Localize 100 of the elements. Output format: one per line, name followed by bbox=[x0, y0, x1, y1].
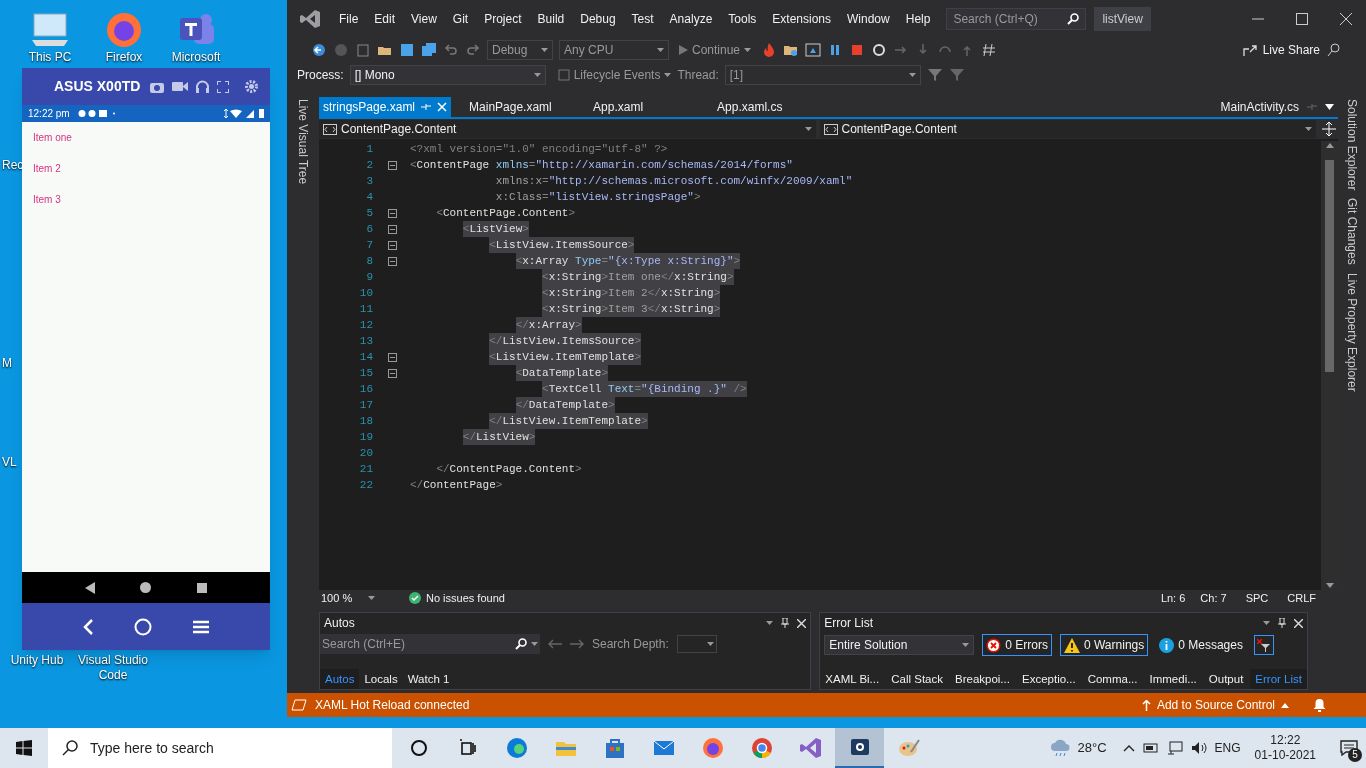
taskbar-search-field[interactable]: Type here to search bbox=[48, 728, 392, 768]
filter-icon[interactable] bbox=[926, 66, 943, 83]
back-chevron-icon[interactable] bbox=[82, 618, 93, 635]
home-icon[interactable] bbox=[134, 617, 152, 636]
menu-item[interactable]: View bbox=[403, 9, 445, 28]
tool-window-tab[interactable]: Solution Explorer bbox=[1337, 99, 1366, 191]
list-item[interactable]: Item 2 bbox=[22, 153, 270, 184]
panel-tab[interactable]: Locals bbox=[359, 669, 403, 689]
search-field[interactable]: Search (Ctrl+E) bbox=[320, 634, 540, 654]
issues-status[interactable]: No issues found bbox=[426, 589, 505, 607]
menu-item[interactable]: Build bbox=[529, 9, 573, 28]
back-icon[interactable] bbox=[311, 41, 327, 58]
clock-date[interactable]: 01-10-2021 bbox=[1254, 748, 1316, 763]
panel-tab[interactable]: Breakpoi... bbox=[950, 669, 1015, 689]
square-icon[interactable] bbox=[197, 582, 208, 593]
menu-item[interactable]: Test bbox=[623, 9, 662, 28]
panel-tab[interactable]: Immedi... bbox=[1144, 669, 1202, 689]
list-item[interactable]: Item 3 bbox=[22, 184, 270, 215]
scope-dropdown[interactable]: Entire Solution bbox=[824, 635, 975, 655]
live-share-button[interactable]: Live Share bbox=[1242, 40, 1320, 59]
menu-item[interactable]: Git bbox=[444, 9, 477, 28]
camera-icon[interactable] bbox=[150, 80, 164, 93]
lifecycle-events-button[interactable]: Lifecycle Events bbox=[557, 65, 672, 84]
menu-item[interactable]: Help bbox=[897, 9, 939, 28]
settings-icon[interactable] bbox=[245, 80, 258, 93]
chevron-up-icon[interactable] bbox=[1122, 744, 1135, 752]
filter-icon[interactable] bbox=[948, 66, 965, 83]
menu-item[interactable]: Edit bbox=[366, 9, 404, 28]
tool-window-tab[interactable]: Live Visual Tree bbox=[292, 99, 314, 185]
collapse-icon[interactable] bbox=[388, 240, 397, 250]
menu-item[interactable]: Debug bbox=[572, 9, 624, 28]
restart-icon[interactable] bbox=[871, 41, 888, 58]
menu-item[interactable]: Analyze bbox=[661, 9, 721, 28]
panel-tab[interactable]: Output bbox=[1203, 669, 1249, 689]
search-depth-dropdown[interactable] bbox=[676, 635, 717, 653]
process-dropdown[interactable]: [] Mono bbox=[349, 64, 546, 85]
document-tab[interactable]: MainActivity.cs bbox=[1216, 97, 1303, 117]
menu-item[interactable]: Tools bbox=[720, 9, 765, 28]
collapse-icon[interactable] bbox=[388, 160, 397, 170]
menu-item[interactable]: File bbox=[331, 9, 367, 28]
panel-tab[interactable]: Error List bbox=[1250, 669, 1307, 689]
menu-item[interactable]: Extensions bbox=[764, 9, 840, 28]
panel-tab[interactable]: Autos bbox=[320, 669, 360, 689]
notification-button[interactable]: 5 bbox=[1332, 728, 1366, 768]
errors-filter-button[interactable]: 0 Errors bbox=[982, 634, 1052, 656]
zoom-dropdown[interactable]: 100 % bbox=[321, 589, 379, 607]
feedback-icon[interactable] bbox=[1326, 41, 1342, 58]
platform-dropdown[interactable]: Any CPU bbox=[559, 39, 669, 60]
battery-icon[interactable] bbox=[1142, 743, 1159, 753]
clock-time[interactable]: 12:22 bbox=[1270, 733, 1301, 748]
window-icon[interactable] bbox=[805, 41, 822, 58]
document-tab[interactable]: App.xaml.cs bbox=[713, 97, 824, 117]
panel-tab[interactable]: Comma... bbox=[1082, 669, 1143, 689]
panel-tab[interactable]: Call Stack bbox=[886, 669, 948, 689]
collapse-icon[interactable] bbox=[388, 224, 397, 234]
redo-icon[interactable] bbox=[465, 41, 481, 58]
close-icon[interactable] bbox=[797, 618, 807, 628]
close-icon[interactable] bbox=[1340, 12, 1352, 25]
taskbar-app-button[interactable] bbox=[835, 728, 884, 768]
home-circle-icon[interactable] bbox=[140, 582, 152, 593]
maximize-icon[interactable] bbox=[1296, 12, 1308, 25]
undo-icon[interactable] bbox=[443, 41, 459, 58]
menu-item[interactable]: Window bbox=[839, 9, 898, 28]
navigation-dropdown[interactable]: ContentPage.Content bbox=[319, 120, 816, 138]
clear-filter-button[interactable] bbox=[1253, 635, 1274, 655]
navigation-dropdown[interactable]: ContentPage.Content bbox=[819, 120, 1316, 138]
list-item[interactable]: Item one bbox=[22, 122, 270, 153]
configuration-dropdown[interactable]: Debug bbox=[487, 39, 553, 60]
continue-button[interactable]: Continue bbox=[675, 40, 756, 59]
save-icon[interactable] bbox=[399, 41, 415, 58]
document-tab[interactable]: MainPage.xaml bbox=[465, 97, 576, 117]
hash-icon[interactable] bbox=[981, 41, 998, 58]
collapse-icon[interactable] bbox=[388, 352, 397, 362]
forward-arrow-icon[interactable] bbox=[570, 639, 584, 649]
temperature[interactable]: 28°C bbox=[1077, 738, 1107, 758]
fullscreen-icon[interactable] bbox=[217, 80, 229, 93]
tool-window-tab[interactable]: Live Property Explorer bbox=[1337, 273, 1366, 392]
warnings-filter-button[interactable]: 0 Warnings bbox=[1060, 634, 1149, 656]
menu-item[interactable]: Project bbox=[476, 9, 530, 28]
tool-window-tab[interactable]: Git Changes bbox=[1337, 198, 1366, 266]
messages-filter-button[interactable]: 0 Messages bbox=[1156, 634, 1246, 656]
menu-icon[interactable] bbox=[193, 619, 210, 634]
back-triangle-icon[interactable] bbox=[84, 581, 95, 594]
bell-icon[interactable] bbox=[1313, 698, 1326, 712]
split-icon[interactable] bbox=[1322, 122, 1336, 136]
scrollbar-thumb[interactable] bbox=[1325, 160, 1334, 372]
close-icon[interactable] bbox=[1294, 618, 1303, 628]
thread-dropdown[interactable]: [1] bbox=[724, 64, 921, 85]
panel-tab[interactable]: XAML Bi... bbox=[820, 669, 885, 689]
panel-tab[interactable]: Exceptio... bbox=[1016, 669, 1081, 689]
panel-tab[interactable]: Watch 1 bbox=[402, 669, 455, 689]
source-control-button[interactable]: Add to Source Control bbox=[1141, 696, 1289, 714]
video-camera-icon[interactable] bbox=[172, 81, 188, 92]
collapse-icon[interactable] bbox=[388, 208, 397, 218]
document-tab[interactable]: App.xaml bbox=[589, 97, 700, 117]
save-all-icon[interactable] bbox=[421, 41, 437, 58]
input-language[interactable]: ENG bbox=[1214, 739, 1241, 757]
speaker-icon[interactable] bbox=[1190, 741, 1207, 755]
back-arrow-icon[interactable] bbox=[548, 639, 562, 649]
collapse-icon[interactable] bbox=[388, 368, 397, 378]
